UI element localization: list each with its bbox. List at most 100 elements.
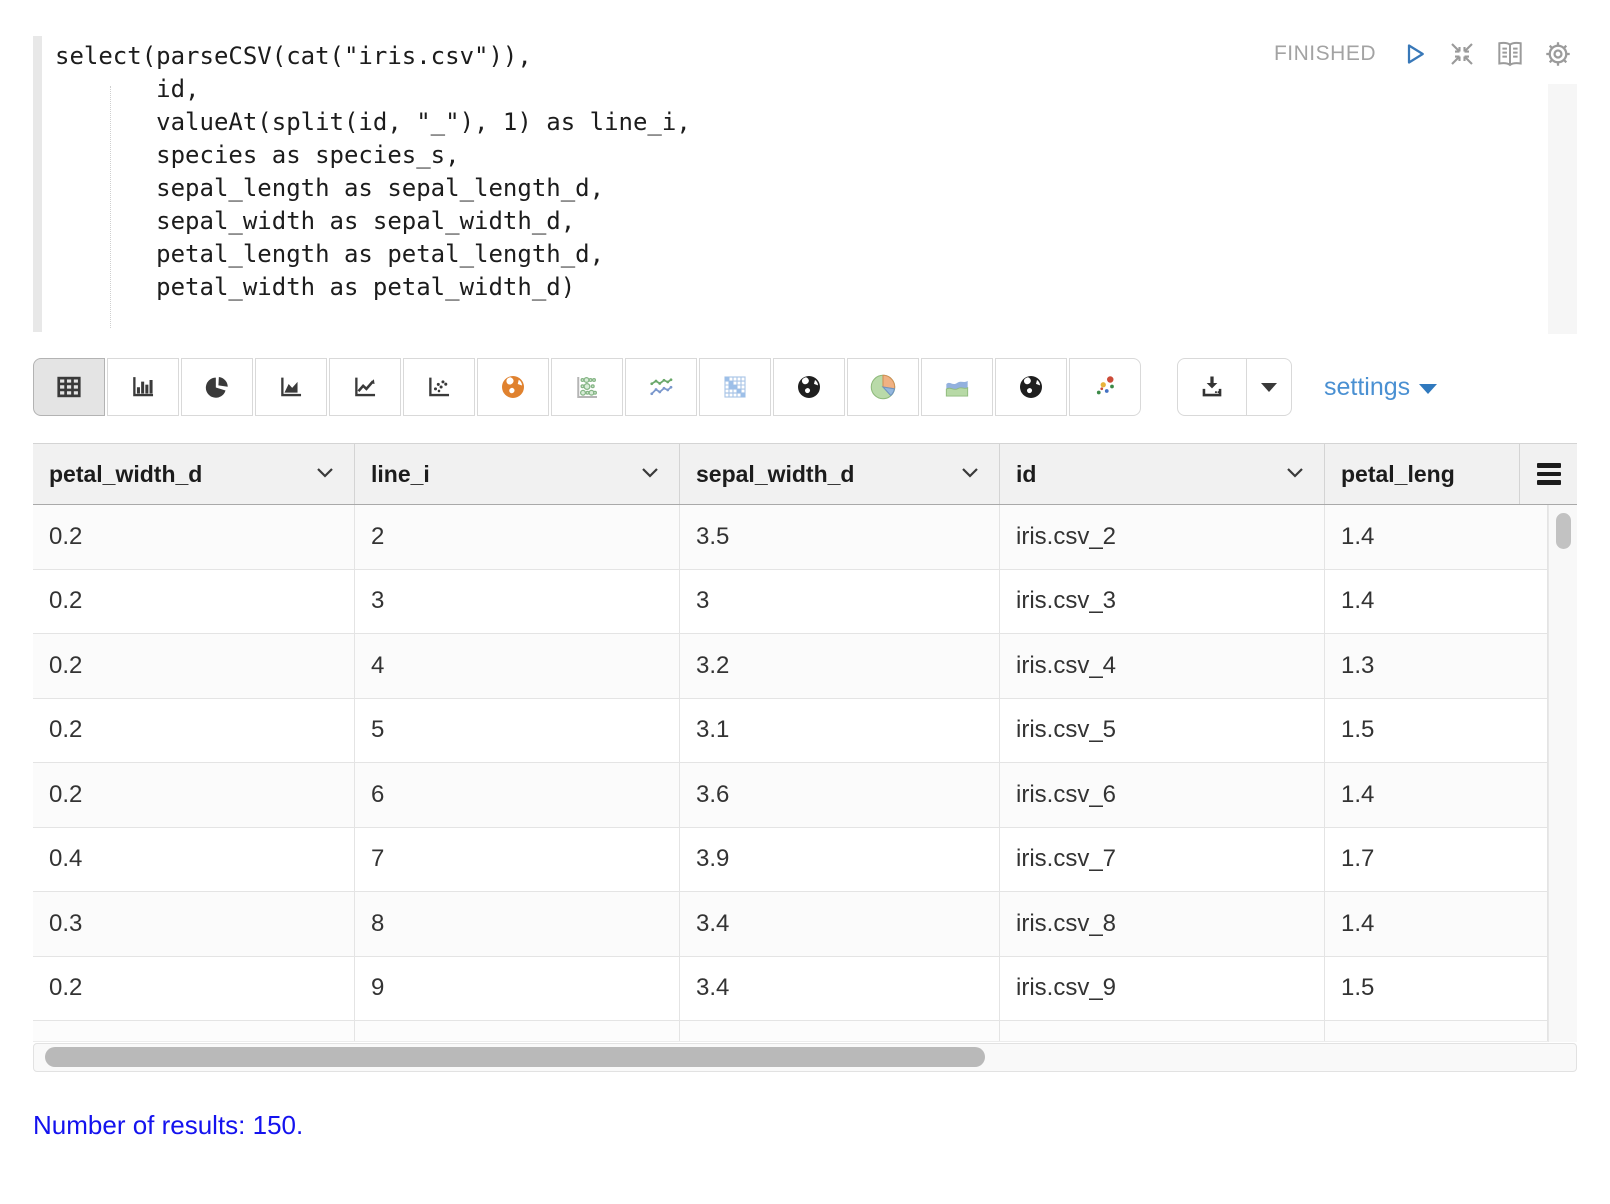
caret-down-icon[interactable] xyxy=(1247,358,1292,416)
column-header-petal_leng[interactable]: petal_leng xyxy=(1325,444,1520,504)
table-cell: 3.2 xyxy=(680,634,1000,698)
table-cell: 1.7 xyxy=(1325,828,1548,892)
table-cell: 9 xyxy=(355,957,680,1021)
settings-label: settings xyxy=(1324,373,1410,402)
table-body: 0.223.5iris.csv_21.40.233iris.csv_31.40.… xyxy=(33,505,1577,1042)
chevron-down-icon[interactable] xyxy=(641,465,659,483)
table-cell: 3.9 xyxy=(680,828,1000,892)
column-label: petal_width_d xyxy=(49,461,202,488)
horizontal-scrollbar-thumb[interactable] xyxy=(45,1047,985,1067)
table-row: 0.233iris.csv_31.4 xyxy=(33,570,1577,635)
line-chart-icon[interactable] xyxy=(329,358,401,416)
column-label: line_i xyxy=(371,461,430,488)
table-cell: iris.csv_9 xyxy=(1000,957,1325,1021)
table-row: 0.253.1iris.csv_51.5 xyxy=(33,699,1577,764)
scatter-color-icon[interactable] xyxy=(1069,358,1141,416)
table-cell: 8 xyxy=(355,892,680,956)
table-cell: 3.1 xyxy=(680,699,1000,763)
table-row: 0.263.6iris.csv_61.4 xyxy=(33,763,1577,828)
table-cell: 1.4 xyxy=(1325,570,1548,634)
globe-orange-icon[interactable] xyxy=(477,358,549,416)
table-header: petal_width_d line_i sepal_width_d id petal_… xyxy=(33,443,1577,505)
area-chart-icon[interactable] xyxy=(255,358,327,416)
heatmap-grid-icon[interactable] xyxy=(699,358,771,416)
status-badge: FINISHED xyxy=(1274,42,1376,66)
table-cell: iris.csv_6 xyxy=(1000,763,1325,827)
scatter-chart-icon[interactable] xyxy=(403,358,475,416)
chevron-down-icon[interactable] xyxy=(1286,465,1304,483)
table-cell: iris.csv_8 xyxy=(1000,892,1325,956)
table-cell: 1.5 xyxy=(1325,699,1548,763)
table-row: 0.473.9iris.csv_71.7 xyxy=(33,828,1577,893)
table-cell: 3.6 xyxy=(680,763,1000,827)
download-icon[interactable] xyxy=(1177,358,1247,416)
table-cell xyxy=(1325,1021,1548,1041)
bar-chart-icon[interactable] xyxy=(107,358,179,416)
result-table: petal_width_d line_i sepal_width_d id petal_… xyxy=(33,443,1577,1072)
vertical-scrollbar-thumb[interactable] xyxy=(1556,513,1571,549)
download-button-group xyxy=(1177,358,1292,416)
table-cell: iris.csv_4 xyxy=(1000,634,1325,698)
column-header-sepal_width_d[interactable]: sepal_width_d xyxy=(680,444,1000,504)
table-cell: iris.csv_2 xyxy=(1000,505,1325,569)
column-header-petal_width_d[interactable]: petal_width_d xyxy=(33,444,355,504)
globe-dark-icon-2[interactable] xyxy=(995,358,1067,416)
table-cell xyxy=(355,1021,680,1041)
column-header-line_i[interactable]: line_i xyxy=(355,444,680,504)
book-icon[interactable] xyxy=(1494,38,1526,70)
table-cell: iris.csv_3 xyxy=(1000,570,1325,634)
stacked-area-color-icon[interactable] xyxy=(921,358,993,416)
chevron-down-icon[interactable] xyxy=(961,465,979,483)
table-cell: 5 xyxy=(355,699,680,763)
column-label: sepal_width_d xyxy=(696,461,854,488)
table-row: 0.383.4iris.csv_81.4 xyxy=(33,892,1577,957)
chevron-down-icon[interactable] xyxy=(316,465,334,483)
bubble-matrix-icon[interactable] xyxy=(551,358,623,416)
table-cell xyxy=(680,1021,1000,1041)
shrink-icon[interactable] xyxy=(1446,38,1478,70)
pie-chart-color-icon[interactable] xyxy=(847,358,919,416)
table-cell: 0.2 xyxy=(33,570,355,634)
paragraph-controls: FINISHED xyxy=(1274,38,1574,70)
table-cell: 7 xyxy=(355,828,680,892)
chart-type-buttons xyxy=(33,358,1141,416)
globe-dark-icon[interactable] xyxy=(773,358,845,416)
table-row: 0.293.4iris.csv_91.5 xyxy=(33,957,1577,1022)
vertical-scrollbar[interactable] xyxy=(1548,505,1577,1042)
horizontal-scrollbar[interactable] xyxy=(33,1043,1577,1072)
pie-chart-icon[interactable] xyxy=(181,358,253,416)
table-cell: 1.3 xyxy=(1325,634,1548,698)
table-cell: 3.5 xyxy=(680,505,1000,569)
table-cell: 1.5 xyxy=(1325,957,1548,1021)
table-cell: 3 xyxy=(355,570,680,634)
table-cell: 4 xyxy=(355,634,680,698)
hamburger-icon[interactable] xyxy=(1520,444,1577,504)
table-cell: 3 xyxy=(680,570,1000,634)
editor-scrollbar-track[interactable] xyxy=(1548,84,1577,334)
results-count: Number of results: 150. xyxy=(33,1110,303,1141)
table-cell: 2 xyxy=(355,505,680,569)
table-row-partial xyxy=(33,1021,1577,1042)
gear-icon[interactable] xyxy=(1542,38,1574,70)
table-cell: 1.4 xyxy=(1325,763,1548,827)
code-text[interactable]: select(parseCSV(cat("iris.csv")), id, va… xyxy=(55,40,691,304)
table-row: 0.243.2iris.csv_41.3 xyxy=(33,634,1577,699)
table-cell: 0.4 xyxy=(33,828,355,892)
settings-button[interactable]: settings xyxy=(1324,373,1437,402)
column-label: petal_leng xyxy=(1341,461,1455,488)
table-cell: 0.3 xyxy=(33,892,355,956)
column-header-id[interactable]: id xyxy=(1000,444,1325,504)
table-cell: 3.4 xyxy=(680,892,1000,956)
zeppelin-paragraph: select(parseCSV(cat("iris.csv")), id, va… xyxy=(0,0,1610,1204)
editor-gutter xyxy=(33,36,42,332)
multi-line-chart-icon[interactable] xyxy=(625,358,697,416)
visualization-toolbar: settings xyxy=(33,358,1437,416)
code-editor[interactable]: select(parseCSV(cat("iris.csv")), id, va… xyxy=(33,34,1577,336)
table-cell: 0.2 xyxy=(33,763,355,827)
table-cell: 1.4 xyxy=(1325,505,1548,569)
play-icon[interactable] xyxy=(1398,38,1430,70)
table-cell: 3.4 xyxy=(680,957,1000,1021)
table-cell: 6 xyxy=(355,763,680,827)
table-icon[interactable] xyxy=(33,358,105,416)
table-row: 0.223.5iris.csv_21.4 xyxy=(33,505,1577,570)
